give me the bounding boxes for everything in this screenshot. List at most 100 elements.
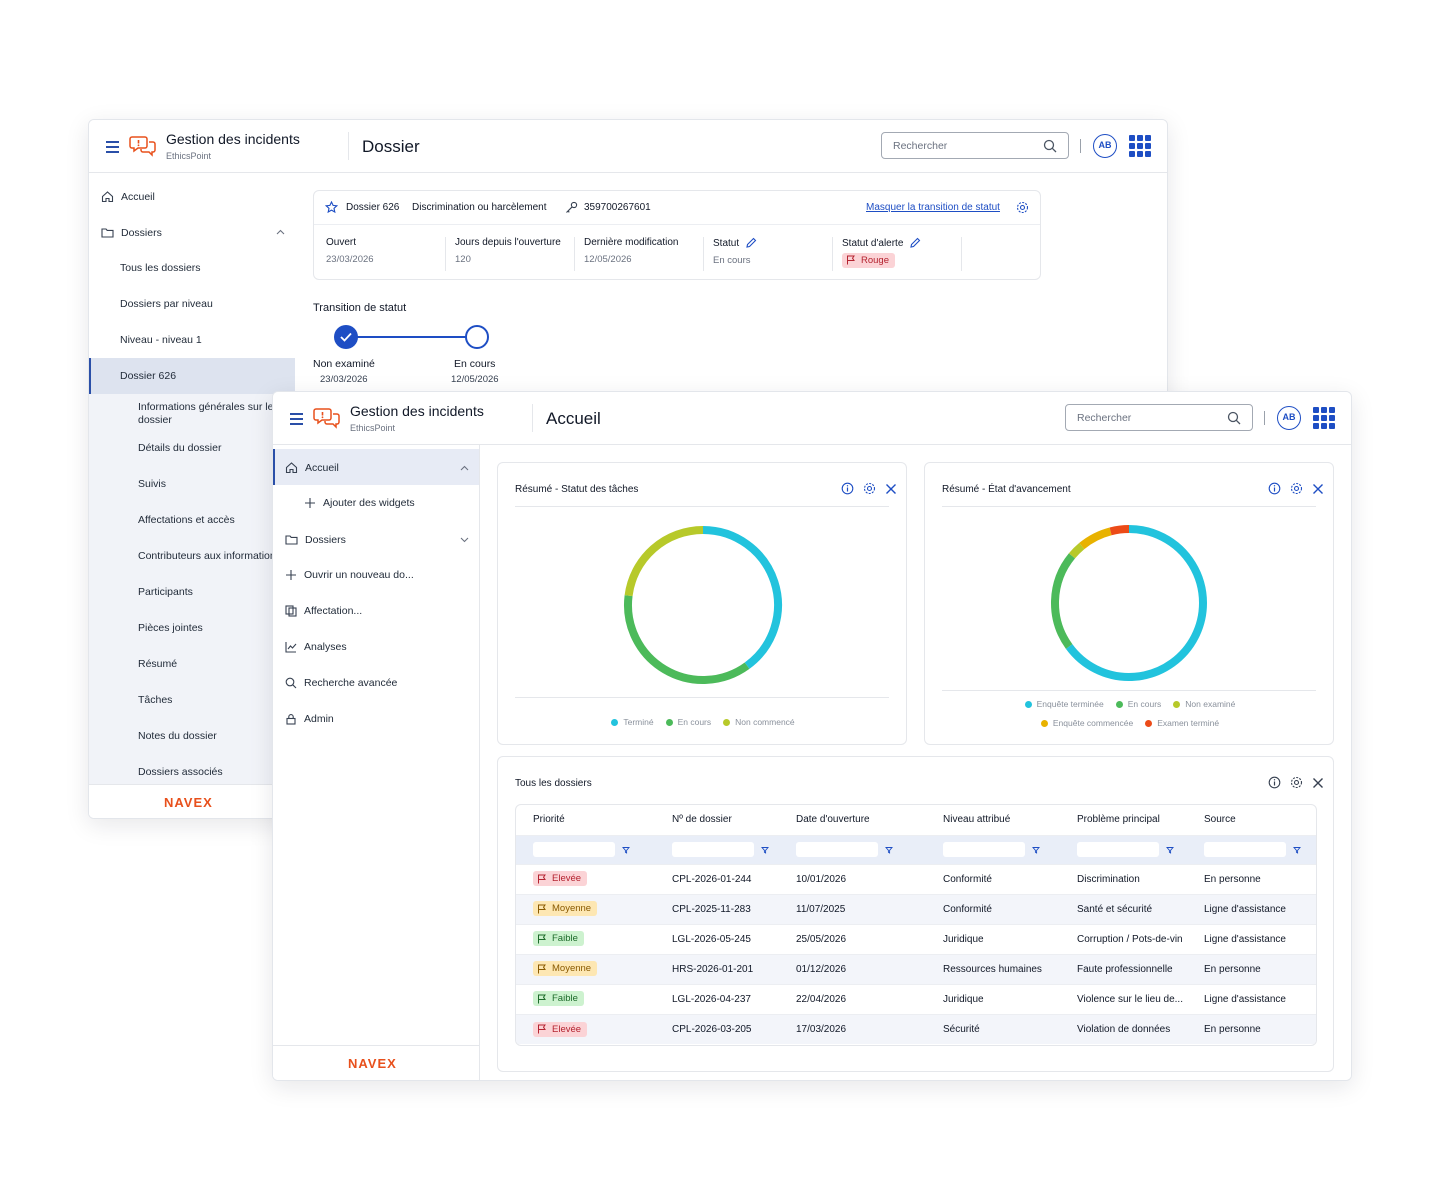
search-box[interactable] [1065,404,1253,431]
sidebar-sub-assignments[interactable]: Affectations et accès [138,514,235,526]
apps-grid-icon[interactable] [1129,135,1151,157]
sidebar-sub-participants[interactable]: Participants [138,586,193,598]
avatar[interactable]: AB [1093,134,1117,158]
filter-icon[interactable] [885,846,893,854]
divider [942,506,1316,507]
table-row[interactable]: Elevée CPL-2026-01-244 10/01/2026 Conformit… [516,863,1316,894]
table-row[interactable]: Moyenne HRS-2026-01-201 01/12/2026 Ressourc… [516,953,1316,984]
filter-icon[interactable] [1166,846,1174,854]
sidebar-sub-followups[interactable]: Suivis [138,478,166,490]
sidebar-item-advanced-search[interactable]: Recherche avancée [285,677,397,689]
donut-slice-enqu-te-termin-e[interactable] [1065,525,1207,681]
sidebar-item-label: Affectation... [304,605,363,617]
table-row[interactable]: Elevée CPL-2026-03-205 17/03/2026 Sécurité V… [516,1013,1316,1044]
sidebar-item-dossiers-by-level[interactable]: Dossiers par niveau [120,298,213,310]
donut-slice-en-cours[interactable] [1051,553,1076,649]
column-header[interactable]: Priorité [516,805,655,835]
filter-input[interactable] [1077,842,1159,857]
sidebar-item-all-dossiers[interactable]: Tous les dossiers [120,262,201,274]
table-row[interactable]: Moyenne CPL-2025-11-283 11/07/2025 Conformi… [516,893,1316,924]
column-header[interactable]: Problème principal [1060,805,1187,835]
pencil-icon[interactable] [909,237,921,249]
sidebar-sub-notes[interactable]: Notes du dossier [138,730,217,742]
gear-icon[interactable] [863,482,876,495]
filter-input[interactable] [533,842,615,857]
dossier-id-cell[interactable]: CPL-2025-11-283 [655,893,779,924]
sidebar-sub-tasks[interactable]: Tâches [138,694,172,706]
search-icon[interactable] [1227,411,1241,425]
field-last-modified: Dernière modification 12/05/2026 [584,237,704,271]
sidebar-sub-contributors[interactable]: Contributeurs aux informations [138,550,281,562]
step-done[interactable] [334,325,358,349]
sidebar-sub-related[interactable]: Dossiers associés [138,766,223,778]
sidebar-item-level-1[interactable]: Niveau - niveau 1 [120,334,202,346]
donut-slice-non-commenc-[interactable] [624,526,704,597]
sidebar-item-dossiers[interactable]: Dossiers [285,533,346,546]
hide-transition-link[interactable]: Masquer la transition de statut [866,202,1000,213]
search-input[interactable] [893,140,1033,152]
sidebar-sub-details[interactable]: Détails du dossier [138,442,221,454]
avatar[interactable]: AB [1277,406,1301,430]
sidebar-item-analyses[interactable]: Analyses [285,641,347,653]
search-icon[interactable] [1043,139,1057,153]
close-icon[interactable] [1312,777,1324,789]
gear-icon[interactable] [1290,776,1303,789]
column-header[interactable]: Date d'ouverture [779,805,926,835]
sidebar-item-add-widgets[interactable]: Ajouter des widgets [304,497,415,509]
widget-title: Tous les dossiers [515,778,592,789]
column-header[interactable]: Niveau attribué [926,805,1060,835]
search-input[interactable] [1077,412,1217,424]
sidebar-item-dossier-626[interactable]: Dossier 626 [120,370,176,382]
column-header[interactable]: Source [1187,805,1316,835]
donut-slice-termin-[interactable] [702,526,782,669]
chevron-up-icon[interactable] [460,465,469,471]
menu-icon[interactable] [106,141,119,153]
column-header[interactable]: Nº de dossier [655,805,779,835]
close-icon[interactable] [885,483,897,495]
donut-slice-examen-termin-[interactable] [1109,525,1130,536]
filter-icon[interactable] [761,846,769,854]
filter-icon[interactable] [1293,846,1301,854]
filter-icon[interactable] [622,846,630,854]
close-icon[interactable] [1312,483,1324,495]
info-icon[interactable] [1268,482,1281,495]
filter-input[interactable] [672,842,754,857]
step-current[interactable] [465,325,489,349]
sidebar-sub-summary[interactable]: Résumé [138,658,177,670]
star-icon[interactable] [325,201,338,214]
filter-row [516,834,1316,864]
gear-icon[interactable] [1016,201,1029,214]
sidebar-item-home[interactable]: Accueil [285,461,339,474]
sidebar-item-affectation[interactable]: Affectation... [285,605,362,617]
info-icon[interactable] [841,482,854,495]
sidebar-item-home[interactable]: Accueil [101,190,155,203]
donut-slice-en-cours[interactable] [624,595,750,684]
filter-icon[interactable] [1032,846,1040,854]
dossier-id-cell[interactable]: CPL-2026-03-205 [655,1013,779,1044]
dossier-id-cell[interactable]: CPL-2026-01-244 [655,863,779,894]
donut-slice-non-examin-[interactable] [1068,542,1085,559]
sidebar-sub-attachments[interactable]: Pièces jointes [138,622,203,634]
apps-grid-icon[interactable] [1313,407,1335,429]
sidebar-sub-general-info[interactable]: Informations générales sur le dossier [138,401,278,427]
table-row[interactable]: Faible LGL-2026-05-245 25/05/2026 Juridique… [516,923,1316,954]
filter-input[interactable] [1204,842,1286,857]
menu-icon[interactable] [290,413,303,425]
dossier-id-cell[interactable]: LGL-2026-04-237 [655,983,779,1014]
search-box[interactable] [881,132,1069,159]
gear-icon[interactable] [1290,482,1303,495]
chevron-down-icon[interactable] [460,537,469,543]
sidebar-item-new-dossier[interactable]: Ouvrir un nouveau do... [285,569,414,581]
chevron-up-icon[interactable] [276,229,285,235]
info-icon[interactable] [1268,776,1281,789]
filter-input[interactable] [796,842,878,857]
flag-icon [538,1024,546,1034]
sidebar-item-dossiers[interactable]: Dossiers [101,226,162,239]
filter-input[interactable] [943,842,1025,857]
donut-slice-enqu-te-commenc-e[interactable] [1079,527,1112,550]
table-row[interactable]: Faible LGL-2026-04-237 22/04/2026 Juridique… [516,983,1316,1014]
dossier-id-cell[interactable]: HRS-2026-01-201 [655,953,779,984]
dossier-id-cell[interactable]: LGL-2026-05-245 [655,923,779,954]
sidebar-item-admin[interactable]: Admin [285,713,334,725]
pencil-icon[interactable] [745,237,757,249]
